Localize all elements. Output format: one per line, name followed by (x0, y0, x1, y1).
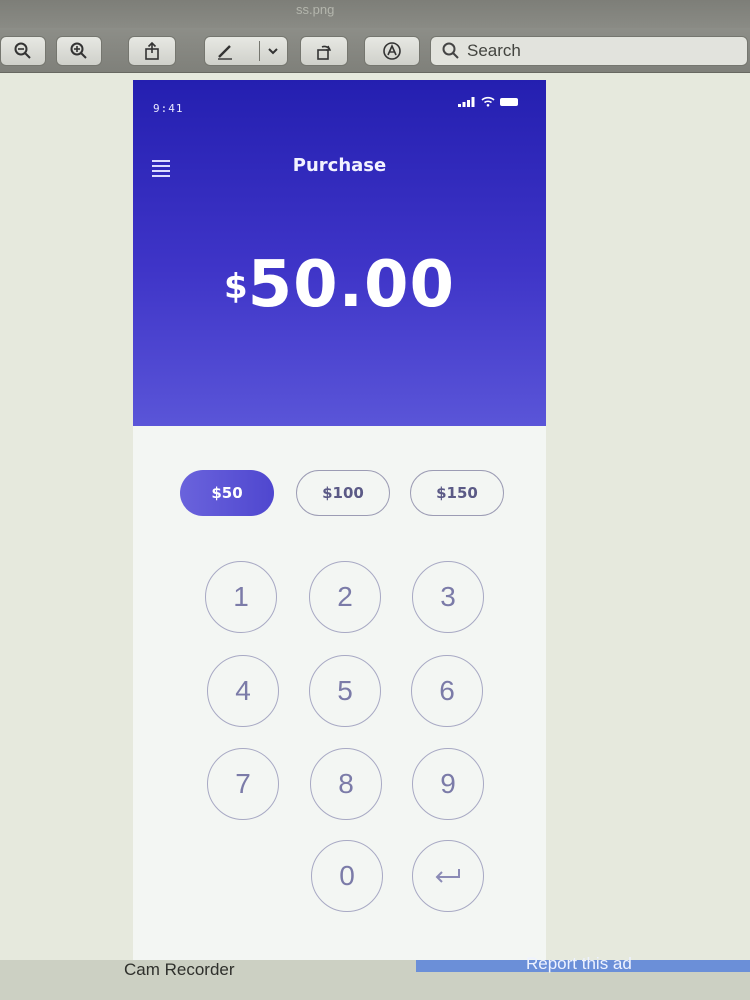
status-icons (458, 96, 520, 107)
wifi-icon (481, 96, 495, 107)
preview-toolbar: Search (0, 28, 750, 73)
search-field[interactable]: Search (430, 36, 748, 66)
zoom-in-button[interactable] (56, 36, 102, 66)
key-8[interactable]: 8 (310, 748, 382, 820)
key-1[interactable]: 1 (205, 561, 277, 633)
status-time: 9:41 (153, 102, 184, 115)
report-ad-link[interactable]: Report this ad (526, 954, 632, 974)
battery-icon (500, 97, 518, 106)
annotate-button[interactable] (364, 36, 420, 66)
key-label: 3 (440, 581, 456, 612)
key-label: 7 (235, 768, 251, 799)
markup-pen-icon (218, 45, 232, 60)
key-5[interactable]: 5 (309, 655, 381, 727)
key-label: 2 (337, 581, 353, 612)
zoom-in-icon (70, 42, 87, 59)
chevron-down-icon (268, 48, 278, 55)
signal-icon (458, 96, 475, 107)
preset-label: $150 (436, 484, 478, 502)
annotate-icon (383, 42, 401, 60)
preset-50-button[interactable]: $50 (180, 470, 274, 516)
preset-100-button[interactable]: $100 (296, 470, 390, 516)
key-label: 5 (337, 675, 353, 706)
key-label: 4 (235, 675, 251, 706)
key-label: 6 (439, 675, 455, 706)
purchase-header: 9:41 Purchase $50.00 (133, 80, 546, 426)
rotate-button[interactable] (300, 36, 348, 66)
return-arrow-icon (435, 869, 460, 883)
ad-left-text[interactable]: Cam Recorder (124, 960, 235, 980)
rotate-icon (317, 45, 332, 60)
key-6[interactable]: 6 (411, 655, 483, 727)
amount-display: $50.00 (133, 248, 546, 322)
report-ad-bar[interactable]: Report this ad (416, 954, 750, 973)
share-button[interactable] (128, 36, 176, 66)
phone-screen: 9:41 Purchase $50.00 $50 $100 $150 1 2 3… (133, 80, 546, 960)
key-7[interactable]: 7 (207, 748, 279, 820)
preset-150-button[interactable]: $150 (410, 470, 504, 516)
zoom-out-icon (14, 42, 31, 59)
preset-label: $100 (322, 484, 364, 502)
window-titlebar: ss.png (0, 0, 750, 28)
key-9[interactable]: 9 (412, 748, 484, 820)
share-icon (145, 41, 159, 60)
document-name: ss.png (296, 2, 335, 17)
page-title: Purchase (292, 155, 387, 176)
zoom-out-button[interactable] (0, 36, 46, 66)
search-placeholder: Search (467, 41, 521, 60)
backspace-button[interactable] (412, 840, 484, 912)
amount-value: 50.00 (247, 248, 456, 322)
key-3[interactable]: 3 (412, 561, 484, 633)
key-label: 0 (339, 860, 355, 891)
key-label: 9 (440, 768, 456, 799)
search-icon (442, 42, 459, 59)
markup-button[interactable] (204, 36, 288, 66)
key-2[interactable]: 2 (309, 561, 381, 633)
key-label: 1 (233, 581, 249, 612)
key-0[interactable]: 0 (311, 840, 383, 912)
ad-banner: Cam Recorder Report this ad (0, 954, 750, 1000)
key-4[interactable]: 4 (207, 655, 279, 727)
key-label: 8 (338, 768, 354, 799)
amount-currency: $ (223, 267, 248, 307)
preset-label: $50 (211, 484, 243, 502)
